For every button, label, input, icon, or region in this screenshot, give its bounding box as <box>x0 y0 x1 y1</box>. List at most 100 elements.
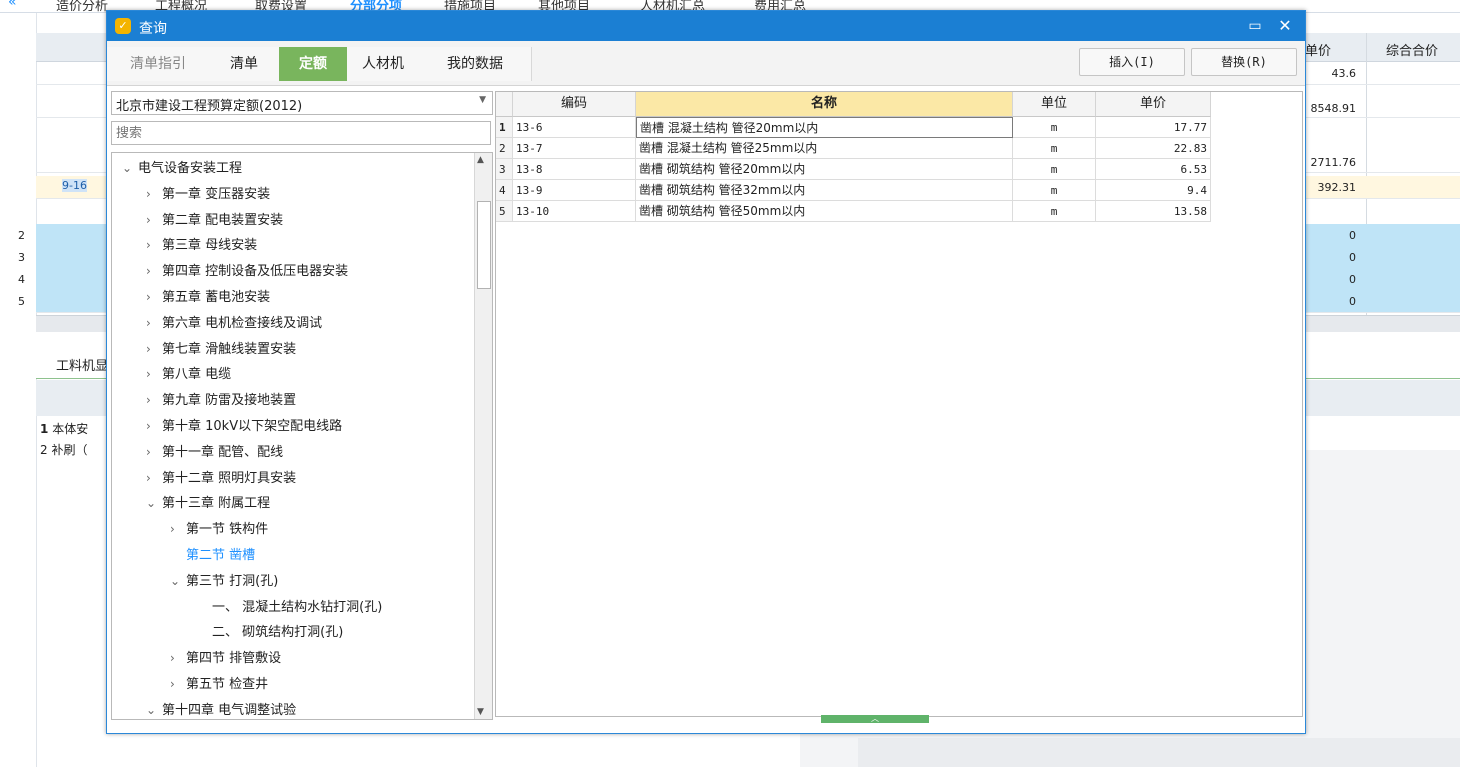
tree-item[interactable]: 二、 砌筑结构打洞(孔) <box>212 621 343 640</box>
grid-header-code[interactable]: 编码 <box>513 92 636 117</box>
tree-item[interactable]: 第二节 凿槽 <box>170 544 255 563</box>
double-chevron-left-icon[interactable]: « <box>8 0 17 10</box>
grid-cell-code[interactable]: 13-9 <box>513 180 636 201</box>
tree-item[interactable]: › 第四章 控制设备及低压电器安装 <box>146 260 348 279</box>
tree-item-label: 第八章 电缆 <box>162 367 232 383</box>
chevron-right-icon[interactable]: › <box>146 316 162 330</box>
chevron-down-icon[interactable]: ⌄ <box>122 161 138 175</box>
chevron-right-icon[interactable]: › <box>170 522 186 536</box>
grid-cell-unit[interactable]: m <box>1013 159 1096 180</box>
dialog-tab-bar: 清单指引 清单 定额 人材机 我的数据 插入(I) 替换(R) <box>107 41 1305 86</box>
grid-cell-price[interactable]: 13.58 <box>1096 201 1211 222</box>
grid-cell-index[interactable]: 5 <box>496 201 513 222</box>
grid-cell-name[interactable]: 凿槽 混凝土结构 管径25mm以内 <box>636 138 1013 159</box>
chevron-right-icon[interactable]: › <box>146 187 162 201</box>
chevron-right-icon[interactable]: › <box>146 264 162 278</box>
close-icon[interactable]: ✕ <box>1273 15 1297 37</box>
grid-cell-price[interactable]: 17.77 <box>1096 117 1211 138</box>
scroll-up-icon[interactable]: ▲ <box>477 155 484 165</box>
tree-item[interactable]: › 第六章 电机检查接线及调试 <box>146 312 322 331</box>
grid-cell-name[interactable]: 凿槽 砌筑结构 管径20mm以内 <box>636 159 1013 180</box>
grid-cell-unit[interactable]: m <box>1013 180 1096 201</box>
quota-grid: 编码 名称 单位 单价 1 13-6 凿槽 混凝土结构 管径20mm以内 m 17.77… <box>495 91 1303 717</box>
search-input[interactable] <box>111 121 491 145</box>
scroll-down-icon[interactable]: ▼ <box>477 707 484 717</box>
tree-item[interactable]: 一、 混凝土结构水钻打洞(孔) <box>212 596 382 615</box>
background-row-index: 5 <box>18 295 25 308</box>
insert-button[interactable]: 插入(I) <box>1079 48 1185 76</box>
tree-item-label: 第五章 蓄电池安装 <box>162 290 271 305</box>
tree-item-label: 第十一章 配管、配线 <box>162 444 284 460</box>
grid-cell-price[interactable]: 6.53 <box>1096 159 1211 180</box>
grid-cell-index[interactable]: 1 <box>496 117 513 138</box>
background-lower-tab[interactable]: 工料机显 <box>56 355 108 374</box>
background-tab[interactable]: 造价分析 <box>56 0 108 12</box>
tree-item[interactable]: › 第五节 检查井 <box>170 673 268 692</box>
grid-header-unit[interactable]: 单位 <box>1013 92 1096 117</box>
chevron-right-icon[interactable]: › <box>146 367 162 381</box>
tree-item[interactable]: ⌄ 第十三章 附属工程 <box>146 492 270 511</box>
tree-item[interactable]: › 第十章 10kV以下架空配电线路 <box>146 415 342 434</box>
grid-cell-code[interactable]: 13-7 <box>513 138 636 159</box>
quota-library-select[interactable]: 北京市建设工程预算定额(2012) ▼ <box>111 91 493 115</box>
tree-item[interactable]: ⌄ 第十四章 电气调整试验 <box>146 699 296 718</box>
grid-cell-unit[interactable]: m <box>1013 201 1096 222</box>
chevron-right-icon[interactable]: › <box>146 213 162 227</box>
grid-cell-name[interactable]: 凿槽 砌筑结构 管径32mm以内 <box>636 180 1013 201</box>
tab-labor-material-machine[interactable]: 人材机 <box>347 47 420 81</box>
chevron-right-icon[interactable]: › <box>146 419 162 433</box>
chevron-right-icon[interactable]: › <box>146 393 162 407</box>
grid-cell-unit[interactable]: m <box>1013 138 1096 159</box>
tree-item[interactable]: › 第一章 变压器安装 <box>146 183 270 202</box>
grid-cell-name[interactable]: 凿槽 混凝土结构 管径20mm以内 <box>636 117 1013 138</box>
grid-cell-code[interactable]: 13-6 <box>513 117 636 138</box>
chevron-down-icon[interactable]: ⌄ <box>146 703 162 717</box>
tree-item[interactable]: › 第四节 排管敷设 <box>170 647 281 666</box>
chevron-right-icon[interactable]: › <box>146 445 162 459</box>
tree-item[interactable]: › 第三章 母线安装 <box>146 234 257 253</box>
background-header-unit-price: 单价 <box>1305 44 1332 59</box>
grid-header-price[interactable]: 单价 <box>1096 92 1211 117</box>
tab-bill[interactable]: 清单 <box>209 47 280 81</box>
tree-item[interactable]: ⌄ 第三节 打洞(孔) <box>170 570 278 589</box>
background-lower-row: 2 补刷（ <box>40 441 87 458</box>
tree-item[interactable]: › 第十一章 配管、配线 <box>146 441 283 460</box>
grid-header-name[interactable]: 名称 <box>636 92 1013 117</box>
tree-item[interactable]: › 第七章 滑触线装置安装 <box>146 338 296 357</box>
chevron-down-icon[interactable]: ⌄ <box>146 496 162 510</box>
grid-cell-name[interactable]: 凿槽 砌筑结构 管径50mm以内 <box>636 201 1013 222</box>
chevron-down-icon[interactable]: ⌄ <box>170 574 186 588</box>
tree-item-label: 第十章 10kV以下架空配电线路 <box>162 419 343 434</box>
tree-item[interactable]: › 第一节 铁构件 <box>170 518 268 537</box>
tree-item[interactable]: › 第九章 防雷及接地装置 <box>146 389 296 408</box>
maximize-icon[interactable]: ▭ <box>1243 15 1267 37</box>
chevron-right-icon[interactable]: › <box>170 677 186 691</box>
grid-cell-price[interactable]: 9.4 <box>1096 180 1211 201</box>
grid-cell-index[interactable]: 4 <box>496 180 513 201</box>
tab-bill-guide[interactable]: 清单指引 <box>107 47 210 81</box>
tree-item[interactable]: › 第二章 配电装置安装 <box>146 209 283 228</box>
tree-scrollbar[interactable]: ▲ ▼ <box>474 153 492 719</box>
chevron-right-icon[interactable]: › <box>146 238 162 252</box>
scrollbar-thumb[interactable] <box>477 201 491 289</box>
tree-item[interactable]: › 第八章 电缆 <box>146 363 231 382</box>
background-panel <box>858 738 1460 767</box>
panel-expand-handle[interactable]: ︿ <box>821 715 929 723</box>
chevron-right-icon[interactable]: › <box>146 290 162 304</box>
chevron-right-icon[interactable]: › <box>170 651 186 665</box>
replace-button[interactable]: 替换(R) <box>1191 48 1297 76</box>
grid-cell-code[interactable]: 13-8 <box>513 159 636 180</box>
grid-cell-code[interactable]: 13-10 <box>513 201 636 222</box>
tree-item[interactable]: ⌄ 电气设备安装工程 <box>122 157 242 176</box>
tree-item[interactable]: › 第五章 蓄电池安装 <box>146 286 270 305</box>
grid-cell-unit[interactable]: m <box>1013 117 1096 138</box>
tab-quota[interactable]: 定额 <box>279 47 348 81</box>
chevron-right-icon[interactable]: › <box>146 342 162 356</box>
grid-cell-price[interactable]: 22.83 <box>1096 138 1211 159</box>
tree-item[interactable]: › 第十二章 照明灯具安装 <box>146 467 296 486</box>
chevron-right-icon[interactable]: › <box>146 471 162 485</box>
grid-cell-index[interactable]: 2 <box>496 138 513 159</box>
dialog-titlebar[interactable]: ✓ 查询 ▭ ✕ <box>107 11 1305 41</box>
grid-cell-index[interactable]: 3 <box>496 159 513 180</box>
tab-my-data[interactable]: 我的数据 <box>419 47 532 81</box>
